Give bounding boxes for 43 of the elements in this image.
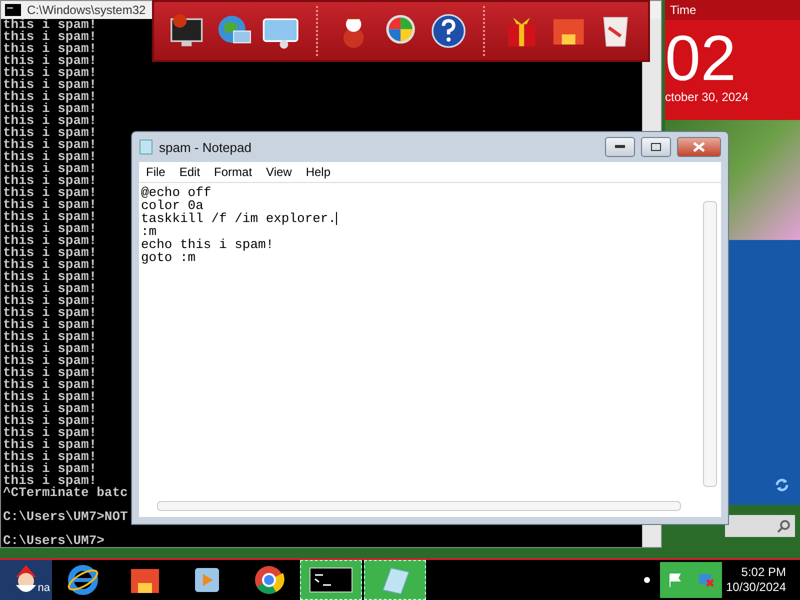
clock-time: 5:02 PM	[740, 565, 786, 580]
menu-item[interactable]: View	[259, 165, 299, 179]
text-line: @echo off	[141, 185, 212, 200]
tile-time: 02	[665, 26, 736, 90]
clock-date: 10/30/2024	[726, 580, 786, 595]
text-area[interactable]: @echo off color 0a taskkill /f /im explorer. :m echo this i spam! goto :m	[139, 183, 721, 517]
scrollbar[interactable]	[703, 201, 717, 487]
text-line: color 0a	[141, 198, 204, 213]
text-caret	[336, 212, 338, 225]
menu-item[interactable]: Edit	[172, 165, 208, 179]
window-title: spam - Notepad	[159, 140, 252, 154]
tile-date: ctober 30, 2024	[665, 90, 750, 104]
menu-item[interactable]: Help	[298, 165, 338, 179]
close-button[interactable]	[677, 137, 721, 157]
scrollbar[interactable]	[157, 501, 681, 511]
chrome-logo-icon	[252, 563, 286, 597]
console-icon	[5, 4, 21, 16]
taskbar-clock[interactable]: 5:02 PM 10/30/2024	[726, 565, 800, 595]
menu-item[interactable]: File	[139, 165, 172, 179]
ie-logo-icon	[66, 563, 100, 597]
close-icon	[693, 142, 705, 152]
window-title: C:\Windows\system32	[27, 3, 146, 17]
start-button[interactable]: na	[0, 560, 52, 600]
console-icon	[309, 567, 353, 593]
refresh-icon	[774, 477, 790, 493]
flag-icon[interactable]	[666, 572, 683, 588]
tile-header: Time	[665, 0, 800, 20]
text-line: goto :m	[141, 250, 196, 265]
start-label: na	[38, 582, 50, 594]
minimize-button[interactable]	[605, 137, 635, 157]
search-icon	[777, 519, 791, 533]
notepad-icon	[139, 139, 153, 155]
text-line: :m	[141, 224, 157, 239]
dot-icon	[644, 577, 650, 583]
search-field[interactable]	[725, 515, 795, 537]
text-line: echo this i spam!	[141, 237, 274, 252]
minimize-icon	[615, 145, 625, 149]
menu-item[interactable]: Format	[207, 165, 260, 179]
maximize-button[interactable]	[641, 137, 671, 157]
clock-tile[interactable]: Time 02 ctober 30, 2024	[665, 0, 800, 120]
maximize-icon	[651, 143, 661, 151]
text-line: taskkill /f /im explorer.	[141, 211, 336, 226]
taskbar-button[interactable]	[300, 560, 362, 600]
